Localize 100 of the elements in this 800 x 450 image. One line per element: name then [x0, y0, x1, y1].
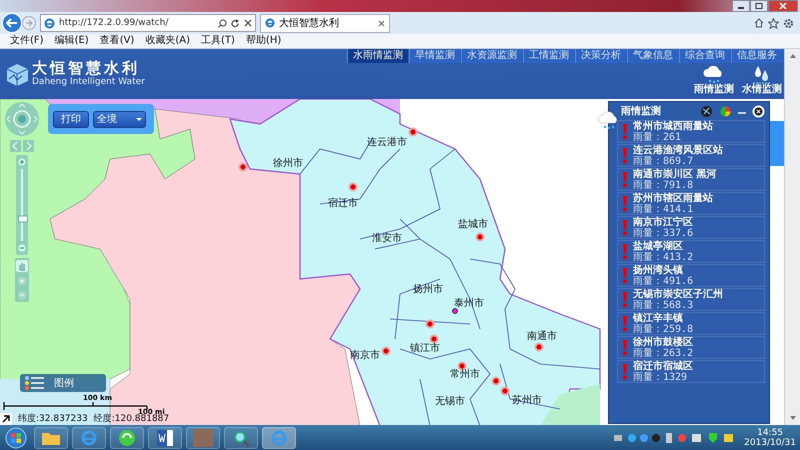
- menu-item[interactable]: 帮助(H): [246, 35, 282, 47]
- station-name: 常州市城西雨量站: [633, 120, 713, 132]
- map-marker[interactable]: [534, 342, 544, 352]
- warning-icon: [622, 148, 628, 164]
- magnifier-icon[interactable]: [224, 426, 258, 448]
- nav-tab[interactable]: 水雨情监测: [347, 49, 408, 63]
- warning-icon: [622, 244, 628, 260]
- station-item[interactable]: 常州市城西雨量站 雨量：261: [617, 120, 765, 143]
- station-name: 连云港渔湾风景区站: [633, 144, 723, 156]
- print-button[interactable]: 打印: [53, 110, 89, 128]
- nav-tab[interactable]: 气象信息: [627, 49, 678, 63]
- station-name: 徐州市鼓楼区: [633, 336, 694, 348]
- warning-icon: [622, 124, 628, 140]
- rainfall-reading: 雨量：413.2: [633, 252, 694, 262]
- station-item[interactable]: 无锡市崇安区子汇州 雨量：568.3: [617, 288, 765, 311]
- latitude-text: 纬度:32.837233: [18, 412, 88, 425]
- rainfall-reading: 雨量：869.7: [633, 156, 694, 166]
- city-label: 无锡市: [435, 394, 465, 408]
- rainfall-reading: 雨量：1329: [633, 372, 688, 382]
- scrollbar[interactable]: [784, 49, 800, 425]
- quick-button[interactable]: 水情监测: [742, 64, 782, 96]
- station-name: 无锡市崇安区子汇州: [633, 288, 723, 300]
- station-item[interactable]: 扬州湾头镇 雨量：491.6: [617, 264, 765, 287]
- map-marker[interactable]: [426, 320, 434, 328]
- maximize-icon: [755, 3, 763, 9]
- forward-arrow-icon: [25, 19, 33, 27]
- menu-item[interactable]: 工具(T): [201, 35, 235, 47]
- station-item[interactable]: 连云港渔湾风景区站 雨量：869.7: [617, 144, 765, 167]
- scroll-up-icon[interactable]: [788, 53, 796, 59]
- station-item[interactable]: 苏州市辖区雨量站 雨量：414.1: [617, 192, 765, 215]
- word-icon[interactable]: [148, 426, 182, 448]
- map-marker[interactable]: [238, 162, 248, 172]
- nav-tab[interactable]: 工情监测: [523, 49, 574, 63]
- folder-icon[interactable]: [34, 426, 68, 448]
- map-marker[interactable]: [458, 362, 466, 370]
- extent-select[interactable]: 全境: [93, 110, 146, 128]
- nav-tab[interactable]: 综合查询: [679, 49, 730, 63]
- close-button[interactable]: [768, 0, 798, 12]
- nav-tab[interactable]: 水资源监测: [461, 49, 522, 63]
- longitude-text: 经度:120.881887: [94, 414, 170, 425]
- station-item[interactable]: 镇江辛丰镇 雨量：259.8: [617, 312, 765, 335]
- map-marker[interactable]: [382, 346, 390, 356]
- warning-icon: [622, 220, 628, 236]
- nav-tab[interactable]: 信息服务: [731, 49, 782, 63]
- nav-tab[interactable]: 决策分析: [575, 49, 626, 63]
- zoom-slider[interactable]: [16, 155, 28, 255]
- browser-icon[interactable]: [262, 426, 296, 448]
- menu-item[interactable]: 收藏夹(A): [145, 35, 190, 47]
- map-marker[interactable]: [408, 128, 418, 136]
- menu-item[interactable]: 查看(V): [100, 35, 134, 47]
- legend-button[interactable]: 图例: [20, 374, 106, 392]
- legend-list-icon: [24, 375, 46, 391]
- warning-icon: [622, 268, 628, 284]
- maximize-button[interactable]: [750, 0, 768, 12]
- station-name: 镇江辛丰镇: [633, 312, 684, 324]
- search-icon[interactable]: [218, 18, 227, 28]
- stop-icon[interactable]: [244, 19, 252, 27]
- map-marker[interactable]: [500, 386, 510, 396]
- zoom-out-icon[interactable]: [18, 244, 26, 252]
- home-icon[interactable]: [754, 18, 764, 28]
- city-label: 淮安市: [372, 232, 402, 245]
- expand-arrow-icon[interactable]: [0, 412, 12, 424]
- star-icon[interactable]: [768, 18, 779, 28]
- pan-control-icon[interactable]: [4, 101, 40, 137]
- map-marker[interactable]: [430, 334, 438, 344]
- panel-handle[interactable]: [770, 121, 784, 166]
- menu-item[interactable]: 文件(F): [10, 35, 44, 47]
- station-item[interactable]: 盐城亭湖区 雨量：413.2: [617, 240, 765, 263]
- station-item[interactable]: 宿迁市宿城区 雨量：1329: [617, 360, 765, 383]
- pie-chart-icon[interactable]: [719, 104, 732, 118]
- zoom-in-icon[interactable]: [18, 158, 26, 166]
- browser-tab[interactable]: 大恒智慧水利: [260, 14, 390, 32]
- city-label: 镇江市: [410, 342, 440, 355]
- scroll-down-icon[interactable]: [788, 415, 796, 421]
- nav-tab[interactable]: 旱情监测: [409, 49, 460, 63]
- station-name: 南通市崇川区 黑河: [633, 168, 716, 180]
- menu-item[interactable]: 编辑(E): [54, 35, 89, 47]
- cube-logo-icon: [4, 61, 30, 87]
- settings-icon[interactable]: [783, 18, 794, 28]
- back-button[interactable]: [2, 13, 22, 33]
- quick-button[interactable]: 雨情监测: [694, 64, 734, 96]
- address-field[interactable]: http://172.2.0.99/watch/: [40, 14, 256, 32]
- map-marker[interactable]: [476, 232, 484, 242]
- station-name: 宿迁市宿城区: [633, 360, 693, 372]
- refresh-icon[interactable]: [231, 18, 240, 28]
- slider-thumb[interactable]: [18, 216, 28, 223]
- map-marker[interactable]: [348, 182, 358, 192]
- map-marker[interactable]: [492, 376, 500, 386]
- clock[interactable]: 14:55 2013/10/31: [744, 428, 796, 448]
- close-icon[interactable]: [752, 104, 765, 118]
- warning-icon: [622, 316, 628, 332]
- station-item[interactable]: 南京市江宁区 雨量：337.6: [617, 216, 765, 239]
- close-icon: [779, 3, 787, 9]
- map-marker[interactable]: [452, 308, 458, 314]
- warning-icon: [622, 196, 628, 212]
- minimize-button[interactable]: [732, 0, 750, 12]
- rainfall-reading: 雨量：259.8: [633, 324, 694, 334]
- station-item[interactable]: 徐州市鼓楼区 雨量：263.2: [617, 336, 765, 359]
- station-item[interactable]: 南通市崇川区 黑河 雨量：791.8: [617, 168, 765, 191]
- warning-icon: [622, 172, 628, 188]
